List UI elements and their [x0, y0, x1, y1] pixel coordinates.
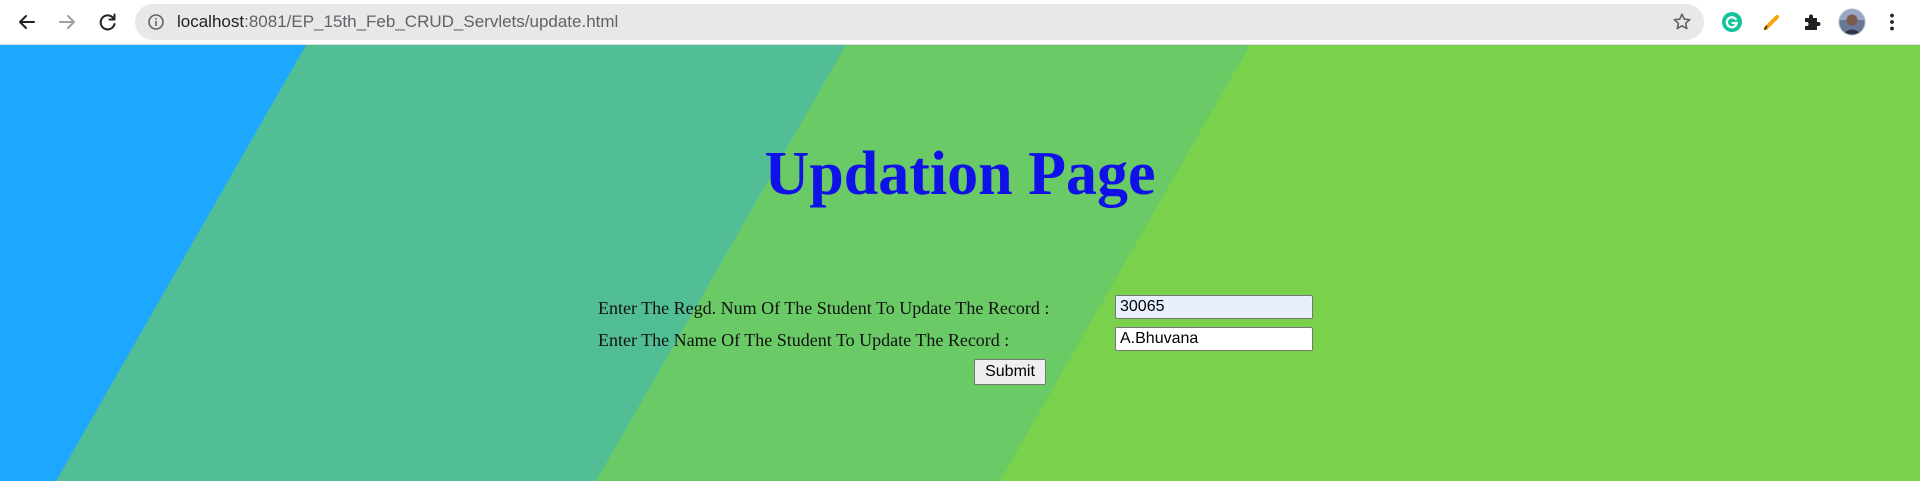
- grammarly-extension[interactable]: [1718, 8, 1746, 36]
- puzzle-icon: [1805, 14, 1821, 30]
- forward-button[interactable]: [52, 7, 82, 37]
- url-host: localhost: [177, 12, 245, 31]
- back-button[interactable]: [12, 7, 42, 37]
- student-name-label: Enter The Name Of The Student To Update …: [598, 330, 1010, 350]
- arrow-left-icon: [19, 15, 35, 29]
- profile-button[interactable]: [1838, 8, 1866, 36]
- info-icon[interactable]: [147, 13, 165, 31]
- reload-button[interactable]: [93, 7, 123, 37]
- reload-icon: [99, 13, 116, 31]
- star-icon[interactable]: [1672, 12, 1692, 32]
- url-path: :8081/EP_15th_Feb_CRUD_Servlets/update.h…: [244, 12, 619, 31]
- pencil-extension[interactable]: [1758, 8, 1786, 36]
- arrow-right-icon: [59, 15, 75, 29]
- browser-toolbar: localhost:8081/EP_15th_Feb_CRUD_Servlets…: [0, 0, 1920, 45]
- grammarly-icon: [1722, 12, 1742, 32]
- browser-menu-button[interactable]: [1878, 8, 1906, 36]
- address-bar[interactable]: localhost:8081/EP_15th_Feb_CRUD_Servlets…: [135, 4, 1704, 40]
- url-text[interactable]: localhost:8081/EP_15th_Feb_CRUD_Servlets…: [177, 4, 618, 40]
- kebab-menu-icon: [1890, 13, 1894, 31]
- student-name-input[interactable]: [1115, 327, 1313, 351]
- extensions-button[interactable]: [1798, 8, 1826, 36]
- page-title: Updation Page: [764, 140, 1156, 208]
- regd-number-input[interactable]: [1115, 295, 1313, 319]
- pencil-icon: [1764, 15, 1779, 30]
- regd-number-label: Enter The Regd. Num Of The Student To Up…: [598, 298, 1050, 318]
- striped-background: [0, 45, 1920, 481]
- submit-button[interactable]: Submit: [974, 359, 1046, 385]
- avatar: [1838, 8, 1866, 36]
- page-content: Updation Page Enter The Regd. Num Of The…: [0, 45, 1920, 481]
